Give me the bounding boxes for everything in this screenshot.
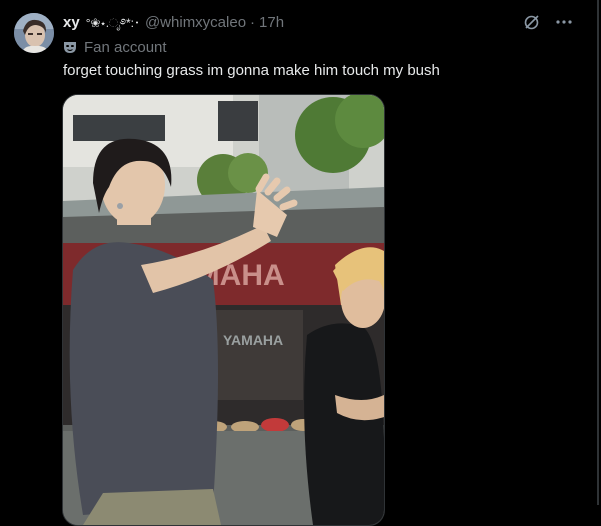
avatar-image — [14, 13, 54, 53]
timestamp[interactable]: 17h — [259, 13, 284, 33]
tweet[interactable]: xy °❀⋆.ೃ࿔*:･ @whimxycaleo · 17h Fan acco… — [0, 0, 597, 526]
display-name[interactable]: xy — [63, 13, 80, 33]
tweet-header: xy °❀⋆.ೃ࿔*:･ @whimxycaleo · 17h — [63, 13, 284, 33]
separator-dot: · — [250, 14, 256, 31]
affiliation-label: Fan account — [84, 38, 167, 56]
affiliation-badge[interactable]: Fan account — [63, 37, 167, 57]
name-decoration: °❀⋆.ೃ࿔*:･ — [85, 16, 140, 30]
inner-sign-text: YAMAHA — [223, 332, 283, 348]
more-icon[interactable] — [555, 13, 573, 31]
media-photo: AMAHA YAMAHA — [63, 95, 384, 525]
user-handle[interactable]: @whimxycaleo — [145, 13, 246, 33]
avatar[interactable] — [14, 13, 54, 53]
mask-icon — [63, 40, 77, 54]
tweet-media[interactable]: AMAHA YAMAHA — [62, 94, 385, 526]
tweet-actions — [523, 13, 573, 31]
timeline-border — [597, 0, 599, 505]
grok-icon[interactable] — [523, 13, 541, 31]
tweet-text: forget touching grass im gonna make him … — [63, 62, 440, 79]
